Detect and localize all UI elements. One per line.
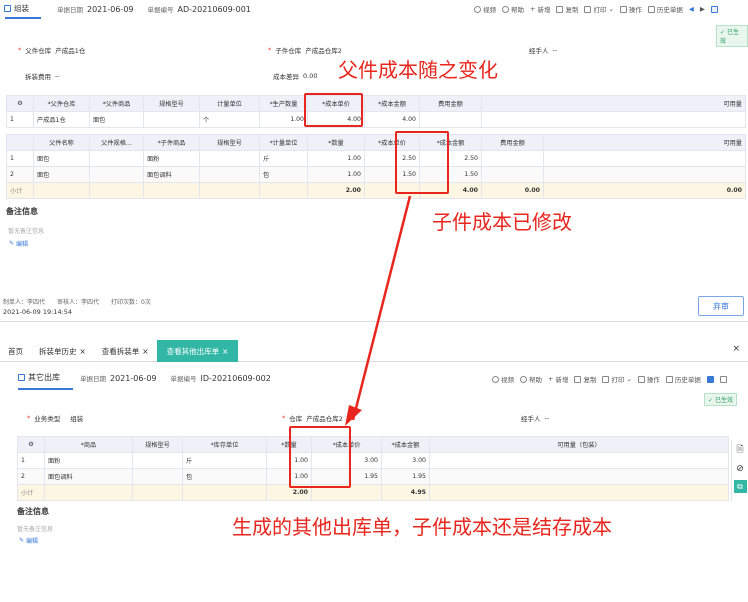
arrow-head — [345, 405, 362, 426]
arrow-line — [351, 195, 412, 421]
annotation-arrow — [345, 195, 412, 426]
